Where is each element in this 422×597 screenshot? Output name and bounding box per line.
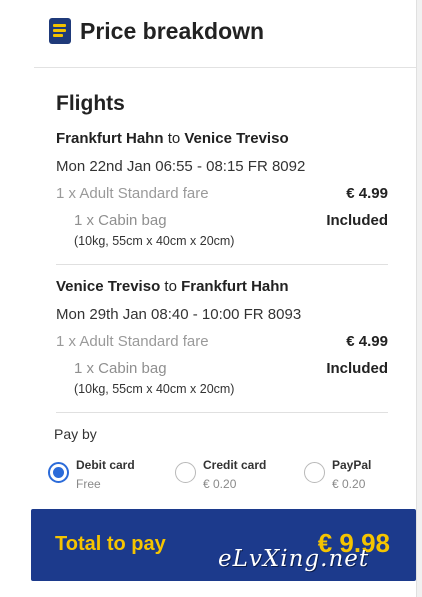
watermark: eLvXing.net: [218, 546, 370, 572]
leg-1-destination: Venice Treviso: [184, 130, 289, 147]
leg-1-route: Frankfurt Hahn to Venice Treviso: [56, 130, 289, 147]
total-label: Total to pay: [55, 533, 166, 555]
leg-1-fare-value: € 4.99: [346, 185, 388, 202]
credit-card-label: Credit card: [203, 458, 267, 472]
leg-1-origin: Frankfurt Hahn: [56, 130, 164, 147]
leg-1-date: Mon 22nd Jan 06:55 - 08:15 FR 8092: [56, 158, 306, 175]
leg-1-fare-label: 1 x Adult Standard fare: [56, 185, 209, 202]
flights-section-title: Flights: [56, 92, 125, 115]
leg-2-fare-label: 1 x Adult Standard fare: [56, 333, 209, 350]
scrollbar-track[interactable]: [416, 0, 422, 597]
leg-2-destination: Frankfurt Hahn: [181, 278, 289, 295]
leg-1-bag-label: 1 x Cabin bag: [74, 212, 167, 229]
pay-by-label: Pay by: [54, 426, 97, 442]
leg-1-connector: to: [167, 130, 181, 147]
leg-2-bag-label: 1 x Cabin bag: [74, 360, 167, 377]
leg-divider: [56, 264, 388, 265]
leg-1-fare-row: 1 x Adult Standard fare € 4.99: [56, 185, 388, 202]
leg-1-bag-value: Included: [326, 212, 388, 229]
paypal-fee: € 0.20: [332, 477, 366, 491]
leg-2-bag-dimensions: (10kg, 55cm x 40cm x 20cm): [74, 382, 235, 396]
leg-2-connector: to: [164, 278, 177, 295]
debit-card-radio[interactable]: [48, 462, 69, 483]
price-breakdown-panel: Price breakdown Flights Frankfurt Hahn t…: [34, 0, 416, 597]
leg-2-origin: Venice Treviso: [56, 278, 161, 295]
document-icon: [49, 18, 71, 44]
paypal-label: PayPal: [332, 458, 372, 472]
leg-1-bag-dimensions: (10kg, 55cm x 40cm x 20cm): [74, 234, 235, 248]
debit-card-label: Debit card: [76, 458, 135, 472]
credit-card-radio[interactable]: [175, 462, 196, 483]
leg-2-date: Mon 29th Jan 08:40 - 10:00 FR 8093: [56, 306, 302, 323]
leg-2-route: Venice Treviso to Frankfurt Hahn: [56, 278, 289, 295]
leg-2-bag-value: Included: [326, 360, 388, 377]
panel-title: Price breakdown: [80, 18, 265, 44]
leg-2-fare-row: 1 x Adult Standard fare € 4.99: [56, 333, 388, 350]
paypal-radio[interactable]: [304, 462, 325, 483]
panel-header: Price breakdown: [34, 0, 416, 68]
debit-card-fee: Free: [76, 477, 101, 491]
leg-2-fare-value: € 4.99: [346, 333, 388, 350]
credit-card-fee: € 0.20: [203, 477, 237, 491]
payment-divider: [56, 412, 388, 413]
